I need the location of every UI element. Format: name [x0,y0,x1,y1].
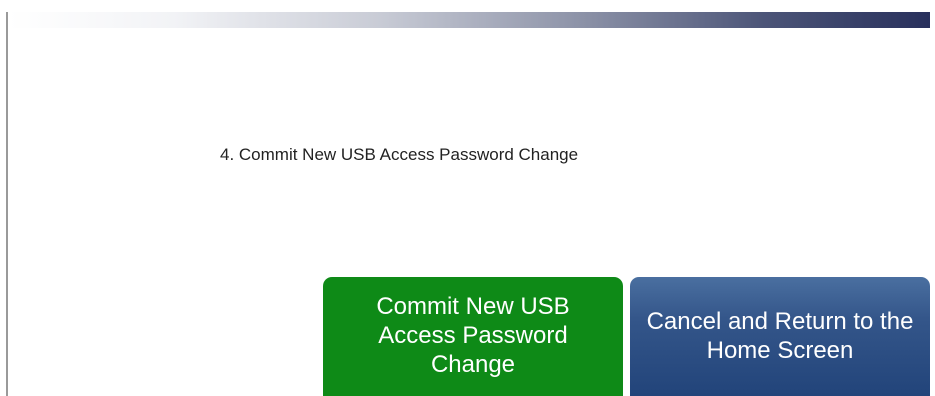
commit-password-change-button[interactable]: Commit New USB Access Password Change [323,277,623,396]
header-bar [8,12,930,28]
cancel-button-label: Cancel and Return to the Home Screen [646,307,914,364]
cancel-return-home-button[interactable]: Cancel and Return to the Home Screen [630,277,930,396]
screen-left-border [6,12,8,396]
instruction-text: 4. Commit New USB Access Password Change [220,145,579,164]
usb-password-commit-screen: 4. Commit New USB Access Password Change… [0,0,935,396]
commit-button-label: Commit New USB Access Password Change [376,293,570,378]
